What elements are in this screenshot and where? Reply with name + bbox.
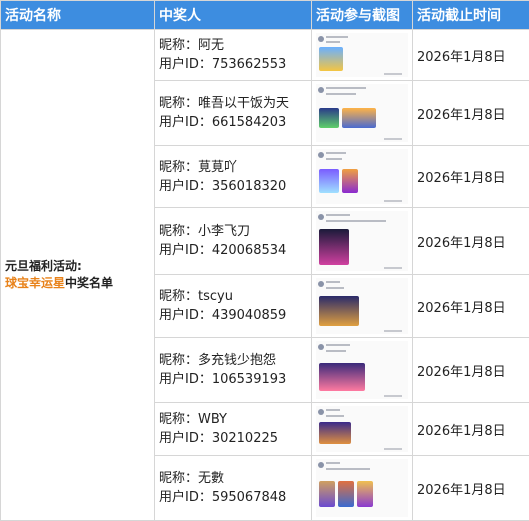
header-winner: 中奖人 xyxy=(155,1,312,30)
winner-uid: 用户ID：753662553 xyxy=(159,55,311,74)
deadline-cell: 2026年1月8日 xyxy=(413,275,529,338)
winner-cell: 昵称：tscyu用户ID：439040859 xyxy=(155,275,312,338)
header-row: 活动名称 中奖人 活动参与截图 活动截止时间 xyxy=(1,1,529,30)
deadline-cell: 2026年1月8日 xyxy=(413,30,529,81)
winner-cell: 昵称：小李飞刀用户ID：420068534 xyxy=(155,208,312,275)
winner-uid: 用户ID：106539193 xyxy=(159,370,311,389)
participation-screenshot xyxy=(316,33,408,77)
winner-nickname: 昵称：WBY xyxy=(159,410,311,429)
participation-screenshot xyxy=(316,341,408,399)
activity-name-cell: 元旦福利活动: 球宝幸运星中奖名单 xyxy=(1,30,155,521)
deadline-cell: 2026年1月8日 xyxy=(413,81,529,146)
winner-cell: 昵称：唯吾以干饭为天用户ID：661584203 xyxy=(155,81,312,146)
header-deadline: 活动截止时间 xyxy=(413,1,529,30)
winner-nickname: 昵称：小李飞刀 xyxy=(159,222,311,241)
screenshot-cell xyxy=(312,275,413,338)
winner-nickname: 昵称：多充钱少抱怨 xyxy=(159,351,311,370)
participation-screenshot xyxy=(316,278,408,334)
participation-screenshot xyxy=(316,211,408,271)
winner-uid: 用户ID：595067848 xyxy=(159,488,311,507)
deadline-cell: 2026年1月8日 xyxy=(413,146,529,208)
screenshot-cell xyxy=(312,81,413,146)
screenshot-cell xyxy=(312,403,413,456)
participation-screenshot xyxy=(316,459,408,517)
winner-uid: 用户ID：420068534 xyxy=(159,241,311,260)
screenshot-cell xyxy=(312,146,413,208)
winner-uid: 用户ID：356018320 xyxy=(159,177,311,196)
winner-uid: 用户ID：30210225 xyxy=(159,429,311,448)
header-screenshot: 活动参与截图 xyxy=(312,1,413,30)
winner-cell: 昵称：WBY用户ID：30210225 xyxy=(155,403,312,456)
winner-nickname: 昵称：唯吾以干饭为天 xyxy=(159,94,311,113)
winner-uid: 用户ID：439040859 xyxy=(159,306,311,325)
activity-title: 元旦福利活动: xyxy=(5,258,154,275)
header-activity-name: 活动名称 xyxy=(1,1,155,30)
activity-subtitle: 球宝幸运星中奖名单 xyxy=(5,275,154,292)
screenshot-cell xyxy=(312,338,413,403)
participation-screenshot xyxy=(316,84,408,142)
winner-nickname: 昵称：阿无 xyxy=(159,36,311,55)
winner-cell: 昵称：阿无用户ID：753662553 xyxy=(155,30,312,81)
winners-table: 活动名称 中奖人 活动参与截图 活动截止时间 元旦福利活动: 球宝幸运星中奖名单… xyxy=(0,0,529,521)
winner-nickname: 昵称：无數 xyxy=(159,469,311,488)
winner-cell: 昵称：多充钱少抱怨用户ID：106539193 xyxy=(155,338,312,403)
activity-highlight: 球宝幸运星 xyxy=(5,276,65,290)
screenshot-cell xyxy=(312,208,413,275)
deadline-cell: 2026年1月8日 xyxy=(413,403,529,456)
participation-screenshot xyxy=(316,149,408,204)
screenshot-cell xyxy=(312,456,413,521)
activity-suffix: 中奖名单 xyxy=(65,276,113,290)
deadline-cell: 2026年1月8日 xyxy=(413,208,529,275)
screenshot-cell xyxy=(312,30,413,81)
deadline-cell: 2026年1月8日 xyxy=(413,456,529,521)
winner-nickname: 昵称：莧莧吖 xyxy=(159,158,311,177)
winner-cell: 昵称：无數用户ID：595067848 xyxy=(155,456,312,521)
winner-nickname: 昵称：tscyu xyxy=(159,287,311,306)
table-row: 元旦福利活动: 球宝幸运星中奖名单 昵称：阿无用户ID：753662553 20… xyxy=(1,30,529,81)
winner-cell: 昵称：莧莧吖用户ID：356018320 xyxy=(155,146,312,208)
deadline-cell: 2026年1月8日 xyxy=(413,338,529,403)
participation-screenshot xyxy=(316,406,408,452)
winner-uid: 用户ID：661584203 xyxy=(159,113,311,132)
